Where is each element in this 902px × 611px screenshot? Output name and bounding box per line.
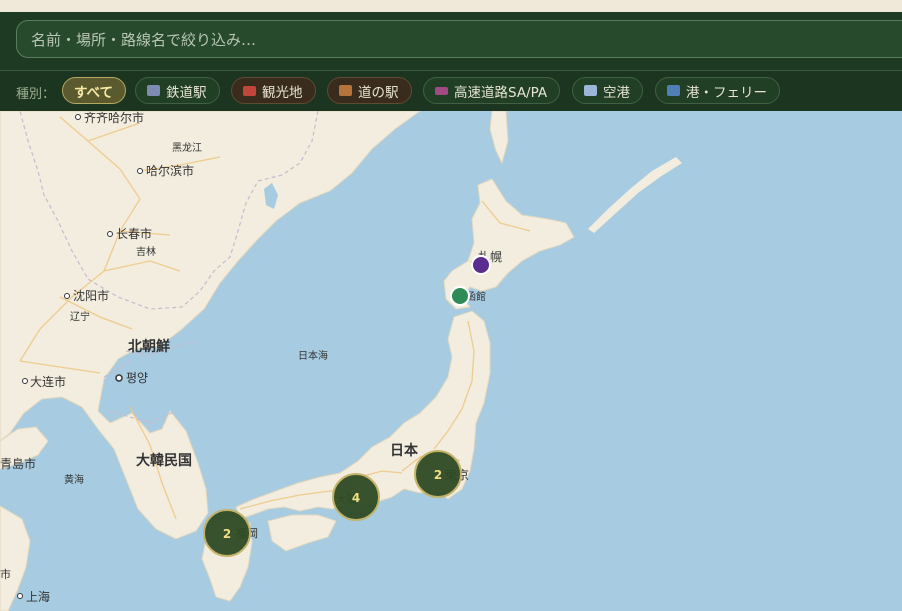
label-japan: 日本 xyxy=(390,442,419,459)
label-edge-shi: 市 xyxy=(0,567,11,581)
label-north-korea: 北朝鮮 xyxy=(128,338,170,355)
airplane-icon xyxy=(584,85,597,96)
torii-icon xyxy=(243,85,256,96)
chip-label: 鉄道駅 xyxy=(166,84,207,101)
city-dot xyxy=(17,593,23,599)
map-canvas[interactable]: 齐齐哈尔市 黑龙江 哈尔滨市 长春市 吉林 沈阳市 辽宁 北朝鮮 평양 大连市 … xyxy=(0,111,902,611)
filter-bar: 種別： すべて 鉄道駅 観光地 道の駅 高速道路SA/PA 空港 港・フェリー xyxy=(0,70,902,112)
label-heilongjiang: 黑龙江 xyxy=(172,141,202,154)
search-box[interactable] xyxy=(16,20,902,59)
filter-chip-highway-sapa[interactable]: 高速道路SA/PA xyxy=(423,77,561,104)
fukuoka-cluster[interactable]: 2 xyxy=(203,509,251,557)
search-input[interactable] xyxy=(31,21,891,59)
cluster-count: 2 xyxy=(223,527,231,541)
city-dot xyxy=(137,168,143,174)
cluster-count: 2 xyxy=(434,468,442,482)
chip-label: 港・フェリー xyxy=(686,84,767,101)
city-dot xyxy=(22,378,28,384)
label-sea-of-japan: 日本海 xyxy=(298,349,328,362)
tokyo-cluster[interactable]: 2 xyxy=(414,450,462,498)
label-qingdao: 青島市 xyxy=(0,456,36,471)
label-shanghai: 上海 xyxy=(26,589,50,604)
chip-label: 観光地 xyxy=(262,84,303,101)
sapporo-marker[interactable] xyxy=(471,255,491,275)
train-icon xyxy=(147,85,160,96)
ship-icon xyxy=(667,85,680,96)
label-pyongyang: 평양 xyxy=(126,371,148,385)
filter-chip-sightseeing[interactable]: 観光地 xyxy=(231,77,316,104)
label-south-korea: 大韓民国 xyxy=(136,452,192,469)
label-dalian: 大连市 xyxy=(30,374,66,389)
label-qiqihar: 齐齐哈尔市 xyxy=(84,111,144,125)
city-dot xyxy=(64,293,70,299)
chip-label: 高速道路SA/PA xyxy=(454,84,548,101)
chip-label: 空港 xyxy=(603,84,630,101)
osaka-cluster[interactable]: 4 xyxy=(332,473,380,521)
filter-chip-port-ferry[interactable]: 港・フェリー xyxy=(655,77,780,104)
capital-dot xyxy=(115,374,123,382)
chip-label: すべて xyxy=(74,84,114,101)
city-dot xyxy=(107,231,113,237)
roadside-station-icon xyxy=(339,85,352,96)
top-strip xyxy=(0,0,902,12)
label-liaoning: 辽宁 xyxy=(70,310,90,323)
city-dot xyxy=(75,114,81,120)
label-shenyang: 沈阳市 xyxy=(73,288,109,303)
cluster-count: 4 xyxy=(352,491,360,505)
label-changchun: 长春市 xyxy=(116,226,152,241)
label-yellow-sea: 黄海 xyxy=(64,473,84,486)
map-view[interactable]: 齐齐哈尔市 黑龙江 哈尔滨市 长春市 吉林 沈阳市 辽宁 北朝鮮 평양 大连市 … xyxy=(0,111,902,611)
filter-chip-all[interactable]: すべて xyxy=(62,77,127,104)
car-icon xyxy=(435,86,448,95)
filter-chip-roadside-station[interactable]: 道の駅 xyxy=(327,77,412,104)
label-jilin: 吉林 xyxy=(136,245,156,258)
filter-label: 種別： xyxy=(16,87,56,102)
label-harbin: 哈尔滨市 xyxy=(146,163,194,178)
hakodate-marker[interactable] xyxy=(450,286,470,306)
filter-chip-airport[interactable]: 空港 xyxy=(572,77,643,104)
chip-label: 道の駅 xyxy=(358,84,399,101)
filter-chip-train-station[interactable]: 鉄道駅 xyxy=(135,77,220,104)
app-header: 種別： すべて 鉄道駅 観光地 道の駅 高速道路SA/PA 空港 港・フェリー xyxy=(0,12,902,112)
